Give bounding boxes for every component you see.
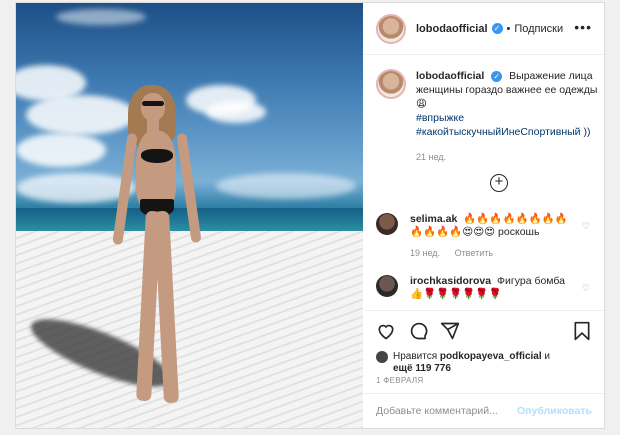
caption-username[interactable]: lobodaofficial <box>416 70 484 82</box>
comment-item: irochkasidorova Фигура бомба 👍🌹🌹🌹🌹🌹🌹 <box>376 275 598 301</box>
likes-summary: Нравится podkopayeva_official и ещё 119 … <box>376 351 550 375</box>
head <box>141 93 165 121</box>
following-button[interactable]: Подписки <box>514 23 563 35</box>
comment-like-icon[interactable]: ♡ <box>582 221 590 232</box>
hashtag-link[interactable]: #какойтыскучныйИнеСпортивный )) <box>416 125 598 139</box>
comment-avatar[interactable] <box>376 275 398 297</box>
verified-icon: ✓ <box>491 23 503 34</box>
comment-timestamp[interactable]: 19 нед. <box>410 248 440 258</box>
instagram-post-frame: lobodaofficial ✓ • Подписки ••• lobodaof… <box>15 2 605 429</box>
post-caption: lobodaofficial ✓ Выражение лица женщины г… <box>376 69 598 164</box>
cloud <box>26 95 136 135</box>
comment-input[interactable] <box>376 405 516 417</box>
verified-icon: ✓ <box>491 70 503 82</box>
post-date[interactable]: 1 ФЕВРАЛЯ <box>376 376 423 385</box>
cloud <box>16 133 106 167</box>
comment-icon[interactable] <box>408 321 428 341</box>
cloud <box>206 101 266 123</box>
separator-dot: • <box>506 22 511 35</box>
cloud <box>56 9 146 25</box>
publish-button[interactable]: Опубликовать <box>517 405 592 417</box>
liker-avatar[interactable] <box>376 351 388 363</box>
hashtag-link[interactable]: #впрыжке <box>416 111 598 125</box>
add-comment-bar: Опубликовать <box>364 393 604 428</box>
cloud <box>216 173 356 199</box>
plus-circle-icon[interactable]: + <box>490 174 508 192</box>
likes-prefix: Нравится <box>393 351 438 362</box>
post-header: lobodaofficial ✓ • Подписки ••• <box>364 3 604 55</box>
comment-like-icon[interactable]: ♡ <box>582 283 590 294</box>
post-photo[interactable] <box>16 3 363 428</box>
share-icon[interactable] <box>440 321 460 341</box>
likes-count[interactable]: ещё 119 776 <box>393 363 451 374</box>
comment-username[interactable]: irochkasidorova <box>410 275 491 287</box>
caption-avatar[interactable] <box>376 69 406 99</box>
post-side-panel: lobodaofficial ✓ • Подписки ••• lobodaof… <box>364 3 604 428</box>
caption-timestamp[interactable]: 21 нед. <box>416 150 598 164</box>
likes-suffix: и <box>544 351 550 362</box>
post-actions: Нравится podkopayeva_official и ещё 119 … <box>364 310 604 390</box>
comment-avatar[interactable] <box>376 213 398 235</box>
more-icon[interactable]: ••• <box>574 19 592 35</box>
comment-username[interactable]: selima.ak <box>410 213 457 225</box>
reply-button[interactable]: Ответить <box>455 248 493 258</box>
avatar[interactable] <box>376 13 406 44</box>
bookmark-icon[interactable] <box>572 321 592 341</box>
header-username[interactable]: lobodaofficial <box>416 23 488 35</box>
bikini-top <box>141 149 173 163</box>
heart-icon[interactable] <box>376 321 396 341</box>
liker-username[interactable]: podkopayeva_official <box>440 351 542 362</box>
comment-item: selima.ak 🔥🔥🔥🔥🔥🔥🔥🔥🔥🔥🔥🔥😍😍😍 роскошь 19 нед… <box>376 213 598 260</box>
sunglasses <box>142 101 164 106</box>
